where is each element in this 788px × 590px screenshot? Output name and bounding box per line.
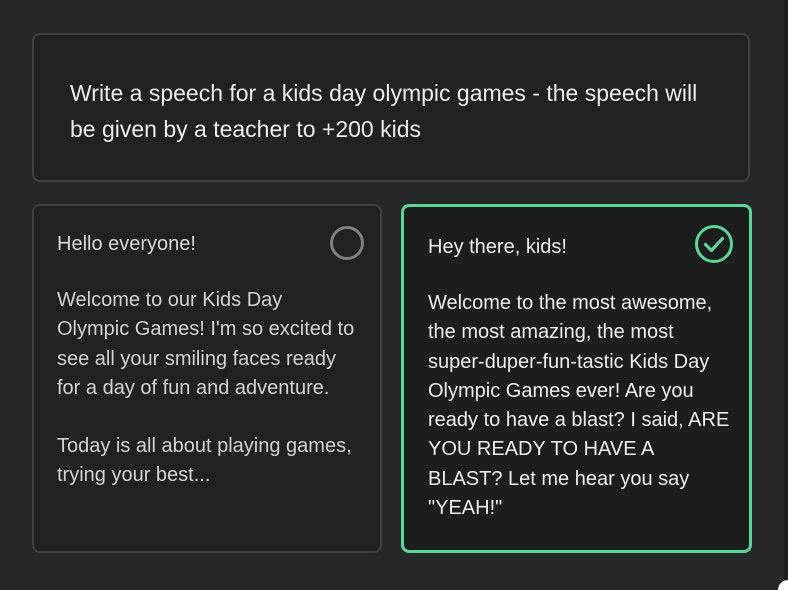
response-card-b[interactable]: Hey there, kids! Welcome to the most awe… bbox=[401, 204, 752, 553]
prompt-text: Write a speech for a kids day olympic ga… bbox=[70, 80, 698, 142]
prompt-box: Write a speech for a kids day olympic ga… bbox=[32, 33, 750, 182]
response-paragraph: Welcome to the most awesome, the most am… bbox=[428, 292, 730, 520]
window-edge bbox=[784, 0, 788, 590]
response-greeting: Hello everyone! bbox=[57, 233, 196, 255]
check-circle-icon[interactable] bbox=[694, 224, 734, 264]
response-card-a[interactable]: Hello everyone! Welcome to our Kids Day … bbox=[32, 204, 382, 553]
empty-circle-icon[interactable] bbox=[330, 226, 364, 260]
response-greeting: Hey there, kids! bbox=[428, 236, 567, 258]
window-corner bbox=[778, 580, 788, 590]
response-paragraph: Today is all about playing games, trying… bbox=[57, 435, 352, 487]
response-paragraph: Welcome to our Kids Day Olympic Games! I… bbox=[57, 289, 355, 399]
